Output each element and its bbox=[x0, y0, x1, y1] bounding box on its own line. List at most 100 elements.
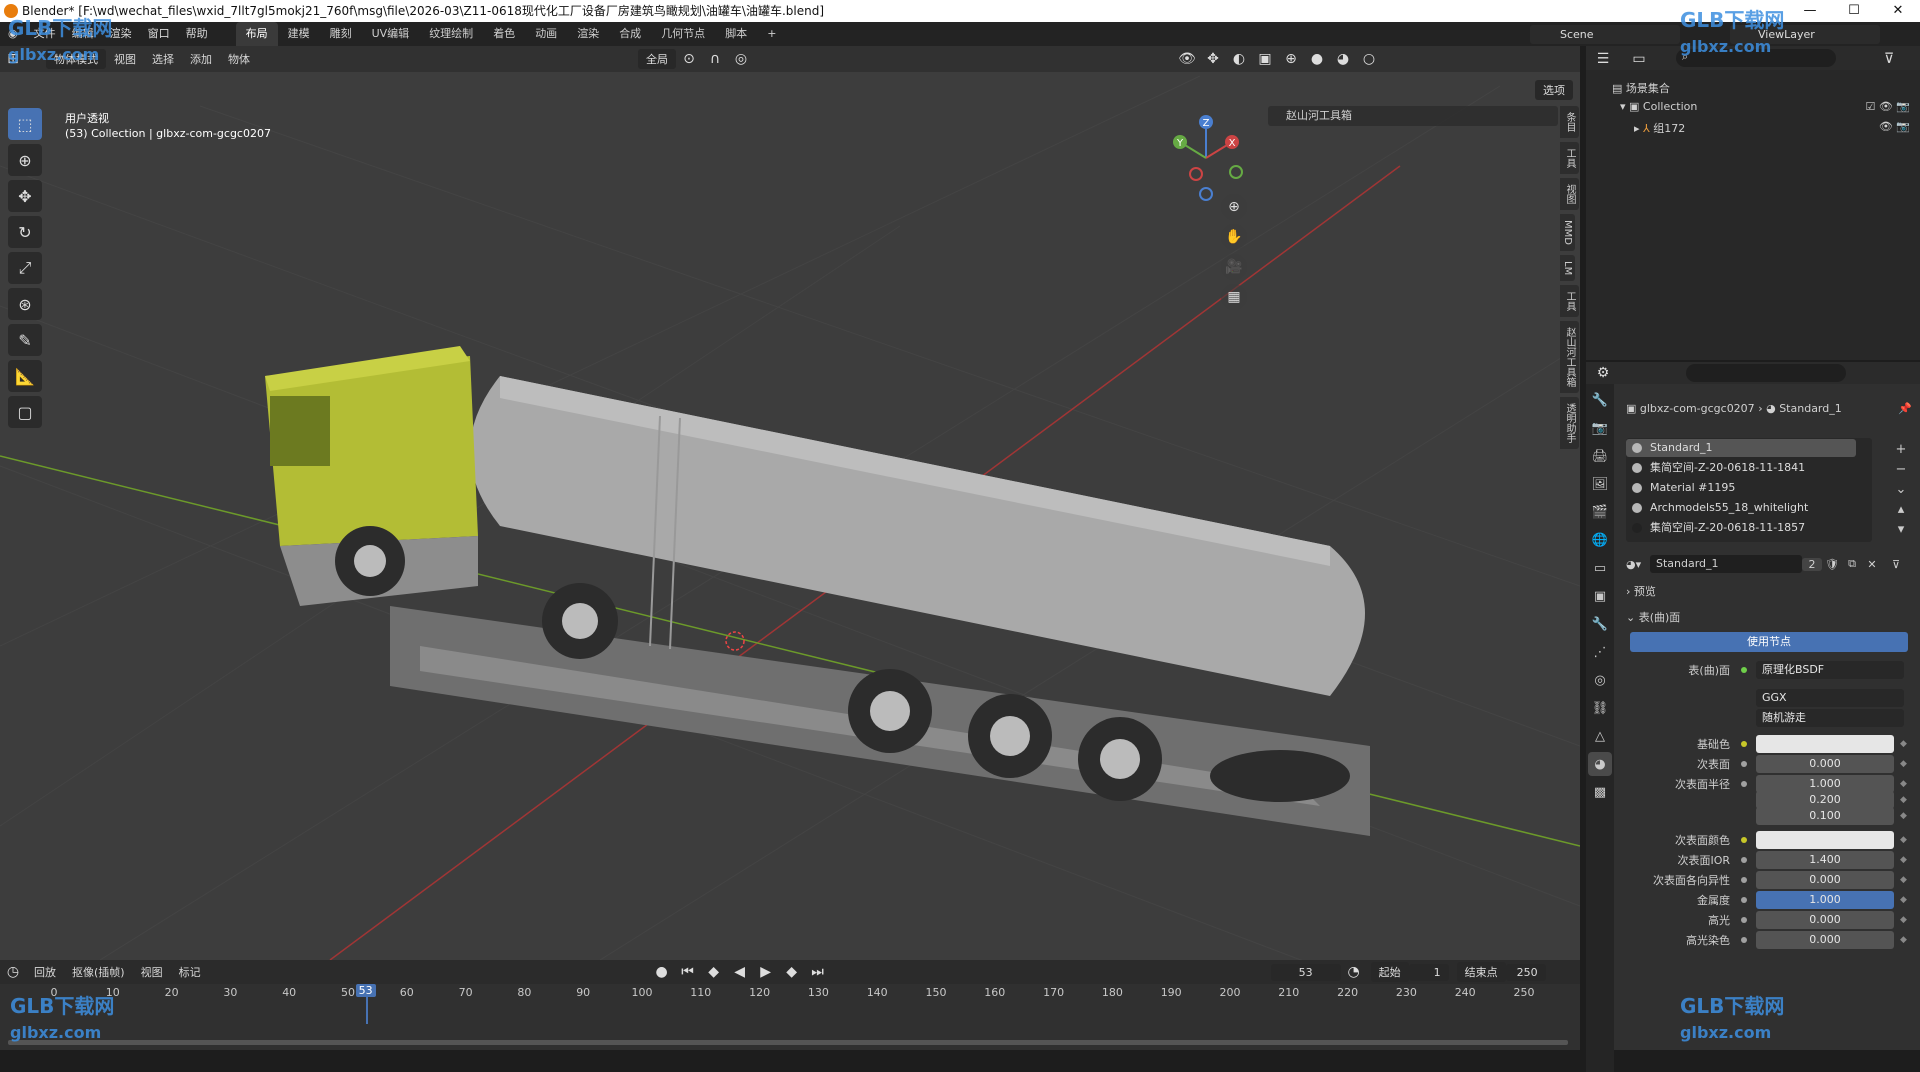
output-tab-icon[interactable]: 🖨 bbox=[1588, 444, 1612, 468]
use-nodes-button[interactable]: 使用节点 bbox=[1630, 632, 1908, 652]
display-mode-icon[interactable]: ▭ bbox=[1626, 46, 1652, 72]
property-value-field[interactable] bbox=[1756, 831, 1894, 849]
material-slot[interactable]: 集简空间-Z-20-0618-11-1841 bbox=[1626, 459, 1856, 477]
modifier-tab-icon[interactable]: 🔧 bbox=[1588, 612, 1612, 636]
outliner-root[interactable]: ▤ 场景集合 bbox=[1612, 80, 1670, 96]
transform-tool[interactable]: ⊛ bbox=[8, 288, 42, 320]
material-tab-icon[interactable]: ◕ bbox=[1588, 752, 1612, 776]
gizmo-toggle-icon[interactable]: ✥ bbox=[1200, 46, 1226, 72]
tab-layout[interactable]: 布局 bbox=[235, 22, 278, 46]
timeline-scrollbar[interactable] bbox=[8, 1040, 1568, 1045]
property-value-field[interactable]: 1.000 bbox=[1756, 891, 1894, 909]
surface-shader-field[interactable]: 原理化BSDF bbox=[1756, 661, 1904, 679]
outliner-collection-row[interactable]: ▾ ▣ Collection ☑ 👁 📷 bbox=[1620, 100, 1910, 113]
collection-tab-icon[interactable]: ▭ bbox=[1588, 556, 1612, 580]
transform-orientation-dropdown[interactable]: 全局 bbox=[638, 49, 676, 69]
unlink-material-icon[interactable]: ✕ bbox=[1862, 558, 1882, 571]
proportional-edit-icon[interactable]: ◎ bbox=[728, 46, 754, 72]
select-box-tool[interactable]: ⬚ bbox=[8, 108, 42, 140]
material-slot[interactable]: 集简空间-Z-20-0618-11-1857 bbox=[1626, 519, 1856, 537]
slot-menu-icon[interactable]: ⌄ bbox=[1892, 480, 1910, 500]
constraints-tab-icon[interactable]: ⛓ bbox=[1588, 696, 1612, 720]
n-tab-tool[interactable]: 工具 bbox=[1560, 142, 1579, 174]
tab-scripting[interactable]: 脚本 bbox=[715, 22, 757, 46]
end-frame-field[interactable]: 250 bbox=[1505, 963, 1546, 981]
pin-icon[interactable]: 📌 bbox=[1898, 402, 1912, 415]
texture-tab-icon[interactable]: ▩ bbox=[1588, 780, 1612, 804]
properties-search-input[interactable] bbox=[1686, 364, 1846, 382]
timeline-editor-type-icon[interactable]: ◷ bbox=[0, 959, 26, 985]
keyframe-icon[interactable]: ◆ bbox=[1900, 779, 1910, 789]
outliner-editor-type-icon[interactable]: ☰ bbox=[1590, 46, 1616, 72]
data-tab-icon[interactable]: △ bbox=[1588, 724, 1612, 748]
property-value-field[interactable]: 0.100 bbox=[1756, 807, 1894, 825]
rotate-tool[interactable]: ↻ bbox=[8, 216, 42, 248]
particles-tab-icon[interactable]: ⋰ bbox=[1588, 640, 1612, 664]
timeline-ruler[interactable]: 0 10 20 30 40 50 60 70 80 90 100 110 120 130 140 150 160… bbox=[0, 984, 1580, 1050]
jump-end-icon[interactable]: ⏭ bbox=[805, 959, 831, 985]
start-frame-field[interactable]: 1 bbox=[1408, 963, 1449, 981]
object-tab-icon[interactable]: ▣ bbox=[1588, 584, 1612, 608]
duplicate-material-icon[interactable]: ⧉ bbox=[1842, 557, 1862, 571]
keyframe-icon[interactable]: ◆ bbox=[1900, 759, 1910, 769]
keyframe-icon[interactable]: ◆ bbox=[1900, 875, 1910, 885]
shading-rendered-icon[interactable]: ○ bbox=[1356, 46, 1382, 72]
keyframe-icon[interactable]: ◆ bbox=[1900, 835, 1910, 845]
distribution-dropdown[interactable]: GGX bbox=[1756, 689, 1904, 707]
move-slot-down-icon[interactable]: ▾ bbox=[1892, 520, 1910, 540]
n-tab-tool-2[interactable]: 工具 bbox=[1560, 285, 1579, 318]
n-tab-item[interactable]: 条目 bbox=[1560, 106, 1579, 138]
material-slot[interactable]: Material #1195 bbox=[1626, 479, 1856, 497]
move-slot-up-icon[interactable]: ▴ bbox=[1892, 500, 1910, 520]
scale-tool[interactable]: ⤢ bbox=[8, 252, 42, 284]
scene-tab-icon[interactable]: 🎬 bbox=[1588, 500, 1612, 524]
n-tab-mmd[interactable]: MMD bbox=[1560, 214, 1575, 251]
property-value-field[interactable]: 0.000 bbox=[1756, 931, 1894, 949]
tab-texture-paint[interactable]: 纹理绘制 bbox=[419, 22, 483, 46]
overlays-icon[interactable]: ◐ bbox=[1226, 46, 1252, 72]
outliner-object-row[interactable]: ▸ ⅄ 组172 👁 📷 bbox=[1634, 120, 1910, 136]
menu-select[interactable]: 选择 bbox=[144, 51, 182, 67]
subsurface-method-dropdown[interactable]: 随机游走 bbox=[1756, 709, 1904, 727]
play-reverse-icon[interactable]: ◀ bbox=[727, 959, 753, 985]
shading-material-icon[interactable]: ◕ bbox=[1330, 46, 1356, 72]
pivot-point-icon[interactable]: ⊙ bbox=[676, 46, 702, 72]
remove-slot-button[interactable]: − bbox=[1892, 460, 1910, 480]
filter-icon[interactable]: ⊽ bbox=[1876, 46, 1902, 72]
3d-viewport[interactable]: ⊞ 物体模式 视图 选择 添加 物体 全局 ⊙ ∩ ◎ 👁 ✥ ◐ ▣ ⊕ ● … bbox=[0, 46, 1580, 960]
material-browse-icon[interactable]: ◕▾ bbox=[1626, 558, 1650, 571]
navigation-gizmo[interactable]: Z X Y bbox=[1160, 112, 1250, 202]
options-dropdown[interactable]: 选项 bbox=[1535, 80, 1573, 100]
n-tab-lm[interactable]: LM bbox=[1560, 254, 1575, 282]
keyframe-icon[interactable]: ◆ bbox=[1900, 811, 1910, 821]
xray-icon[interactable]: ▣ bbox=[1252, 46, 1278, 72]
material-users-count[interactable]: 2 bbox=[1802, 557, 1822, 571]
jump-start-icon[interactable]: ⏮ bbox=[675, 959, 701, 985]
preview-panel-header[interactable]: › 预览 bbox=[1626, 582, 1910, 602]
keyframe-icon[interactable]: ◆ bbox=[1900, 915, 1910, 925]
view-layer-tab-icon[interactable]: 🖼 bbox=[1588, 472, 1612, 496]
playhead-frame-label[interactable]: 53 bbox=[355, 984, 376, 997]
add-cube-tool[interactable]: ▢ bbox=[8, 396, 42, 428]
property-value-field[interactable]: 0.000 bbox=[1756, 755, 1894, 773]
menu-window[interactable]: 窗口 bbox=[140, 22, 178, 46]
next-keyframe-icon[interactable]: ◆ bbox=[779, 959, 805, 985]
filter-icon[interactable]: ⊽ bbox=[1882, 558, 1910, 571]
property-value-field[interactable]: 0.000 bbox=[1756, 911, 1894, 929]
property-value-field[interactable]: 0.000 bbox=[1756, 871, 1894, 889]
menu-playback[interactable]: 回放 bbox=[26, 964, 64, 980]
material-name-field[interactable]: Standard_1 bbox=[1650, 555, 1802, 573]
tab-modeling[interactable]: 建模 bbox=[278, 22, 320, 46]
tab-animation[interactable]: 动画 bbox=[525, 22, 567, 46]
shading-wireframe-icon[interactable]: ⊕ bbox=[1278, 46, 1304, 72]
keyframe-icon[interactable]: ◆ bbox=[1900, 935, 1910, 945]
menu-marker[interactable]: 标记 bbox=[171, 964, 209, 980]
3d-cursor-icon[interactable] bbox=[725, 631, 745, 651]
keyframe-icon[interactable]: ◆ bbox=[1900, 795, 1910, 805]
add-slot-button[interactable]: + bbox=[1892, 440, 1910, 460]
menu-timeline-view[interactable]: 视图 bbox=[133, 964, 171, 980]
shading-solid-icon[interactable]: ● bbox=[1304, 46, 1330, 72]
addon-panel-header[interactable]: 赵山河工具箱 bbox=[1268, 106, 1558, 126]
expand-arrow-icon[interactable]: ▾ bbox=[1620, 100, 1629, 113]
object-visibility-toggles[interactable]: 👁 📷 bbox=[1879, 120, 1910, 133]
